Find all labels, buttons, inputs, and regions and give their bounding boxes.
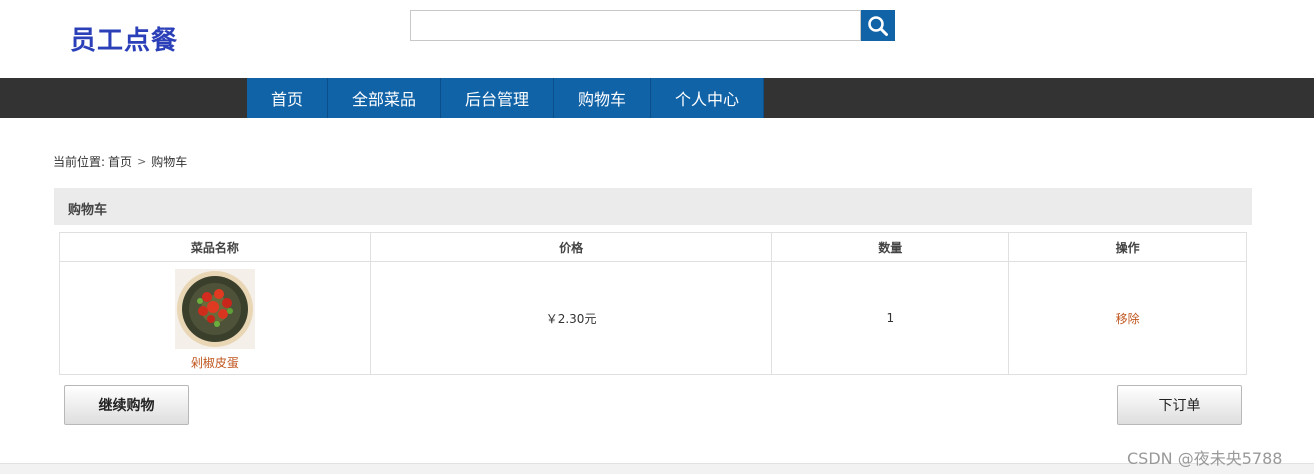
price-cell: ￥2.30元: [369, 261, 773, 375]
quantity-cell: 1: [771, 261, 1010, 375]
column-header-price: 价格: [369, 232, 773, 262]
panel-title: 购物车: [68, 203, 108, 218]
nav-item-home[interactable]: 首页: [247, 78, 328, 118]
column-header-dish-name: 菜品名称: [59, 232, 371, 262]
nav-item-all-dishes[interactable]: 全部菜品: [328, 78, 441, 118]
watermark-text: CSDN @夜未央5788: [1127, 449, 1283, 468]
site-logo[interactable]: 员工点餐: [70, 20, 178, 57]
table-row: 剁椒皮蛋 ￥2.30元 1 移除: [59, 261, 1247, 375]
dish-cell: 剁椒皮蛋: [59, 261, 371, 375]
cart-panel-header: 购物车: [54, 188, 1252, 225]
breadcrumb-current: 购物车: [151, 155, 188, 169]
action-cell: 移除: [1008, 261, 1247, 375]
search-icon: [868, 15, 888, 36]
main-navbar: 首页 全部菜品 后台管理 购物车 个人中心: [0, 78, 1314, 118]
nav-item-admin[interactable]: 后台管理: [441, 78, 554, 118]
column-header-quantity: 数量: [771, 232, 1010, 262]
breadcrumb: 当前位置: 首页 > 购物车: [53, 153, 187, 170]
breadcrumb-prefix: 当前位置:: [53, 155, 106, 169]
breadcrumb-home-link[interactable]: 首页: [108, 153, 132, 170]
footer-divider: [0, 463, 1314, 474]
breadcrumb-separator: >: [137, 155, 147, 168]
nav-items: 首页 全部菜品 后台管理 购物车 个人中心: [247, 78, 764, 118]
nav-item-cart[interactable]: 购物车: [554, 78, 651, 118]
search-box: [410, 10, 861, 41]
table-header-row: 菜品名称 价格 数量 操作: [59, 232, 1247, 262]
dish-name-link[interactable]: 剁椒皮蛋: [60, 354, 370, 371]
nav-item-profile[interactable]: 个人中心: [651, 78, 764, 118]
header: 员工点餐: [0, 0, 1314, 78]
column-header-action: 操作: [1008, 232, 1247, 262]
search-input[interactable]: [411, 11, 860, 40]
search-button[interactable]: [861, 10, 895, 41]
remove-link[interactable]: 移除: [1116, 312, 1140, 326]
cart-table: 菜品名称 价格 数量 操作 剁椒皮蛋 ￥2.30元 1 移除: [59, 232, 1247, 375]
continue-shopping-button[interactable]: 继续购物: [64, 385, 189, 425]
place-order-button[interactable]: 下订单: [1117, 385, 1242, 425]
dish-image[interactable]: [174, 268, 255, 349]
